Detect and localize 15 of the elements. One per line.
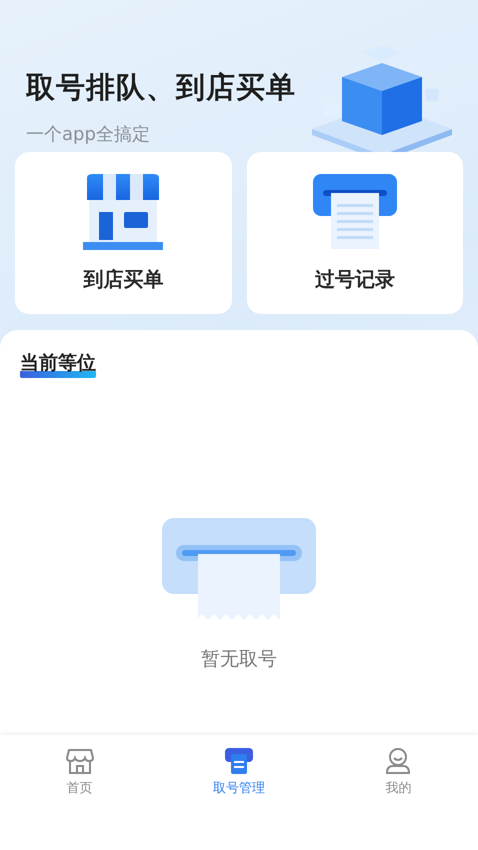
menu-card[interactable]: 过号记录: [246, 152, 463, 314]
section-title: 当前等位: [20, 350, 96, 378]
storefront-icon: [81, 172, 166, 252]
tab[interactable]: 我的: [318, 747, 478, 797]
menu-card[interactable]: 到店买单: [15, 152, 232, 314]
receipt-printer-icon: [312, 172, 397, 252]
empty-message: 暂无取号: [201, 647, 277, 672]
card-label: 过号记录: [314, 266, 395, 293]
tab[interactable]: 取号管理: [159, 747, 319, 797]
hero-title: 取号排队、到店买单: [26, 69, 296, 106]
receipt-printer-icon: [224, 747, 254, 775]
hero-subtitle: 一个app全搞定: [26, 123, 151, 146]
card-label: 到店买单: [83, 266, 164, 293]
tab[interactable]: 首页: [0, 747, 160, 797]
storefront-icon: [64, 747, 95, 775]
